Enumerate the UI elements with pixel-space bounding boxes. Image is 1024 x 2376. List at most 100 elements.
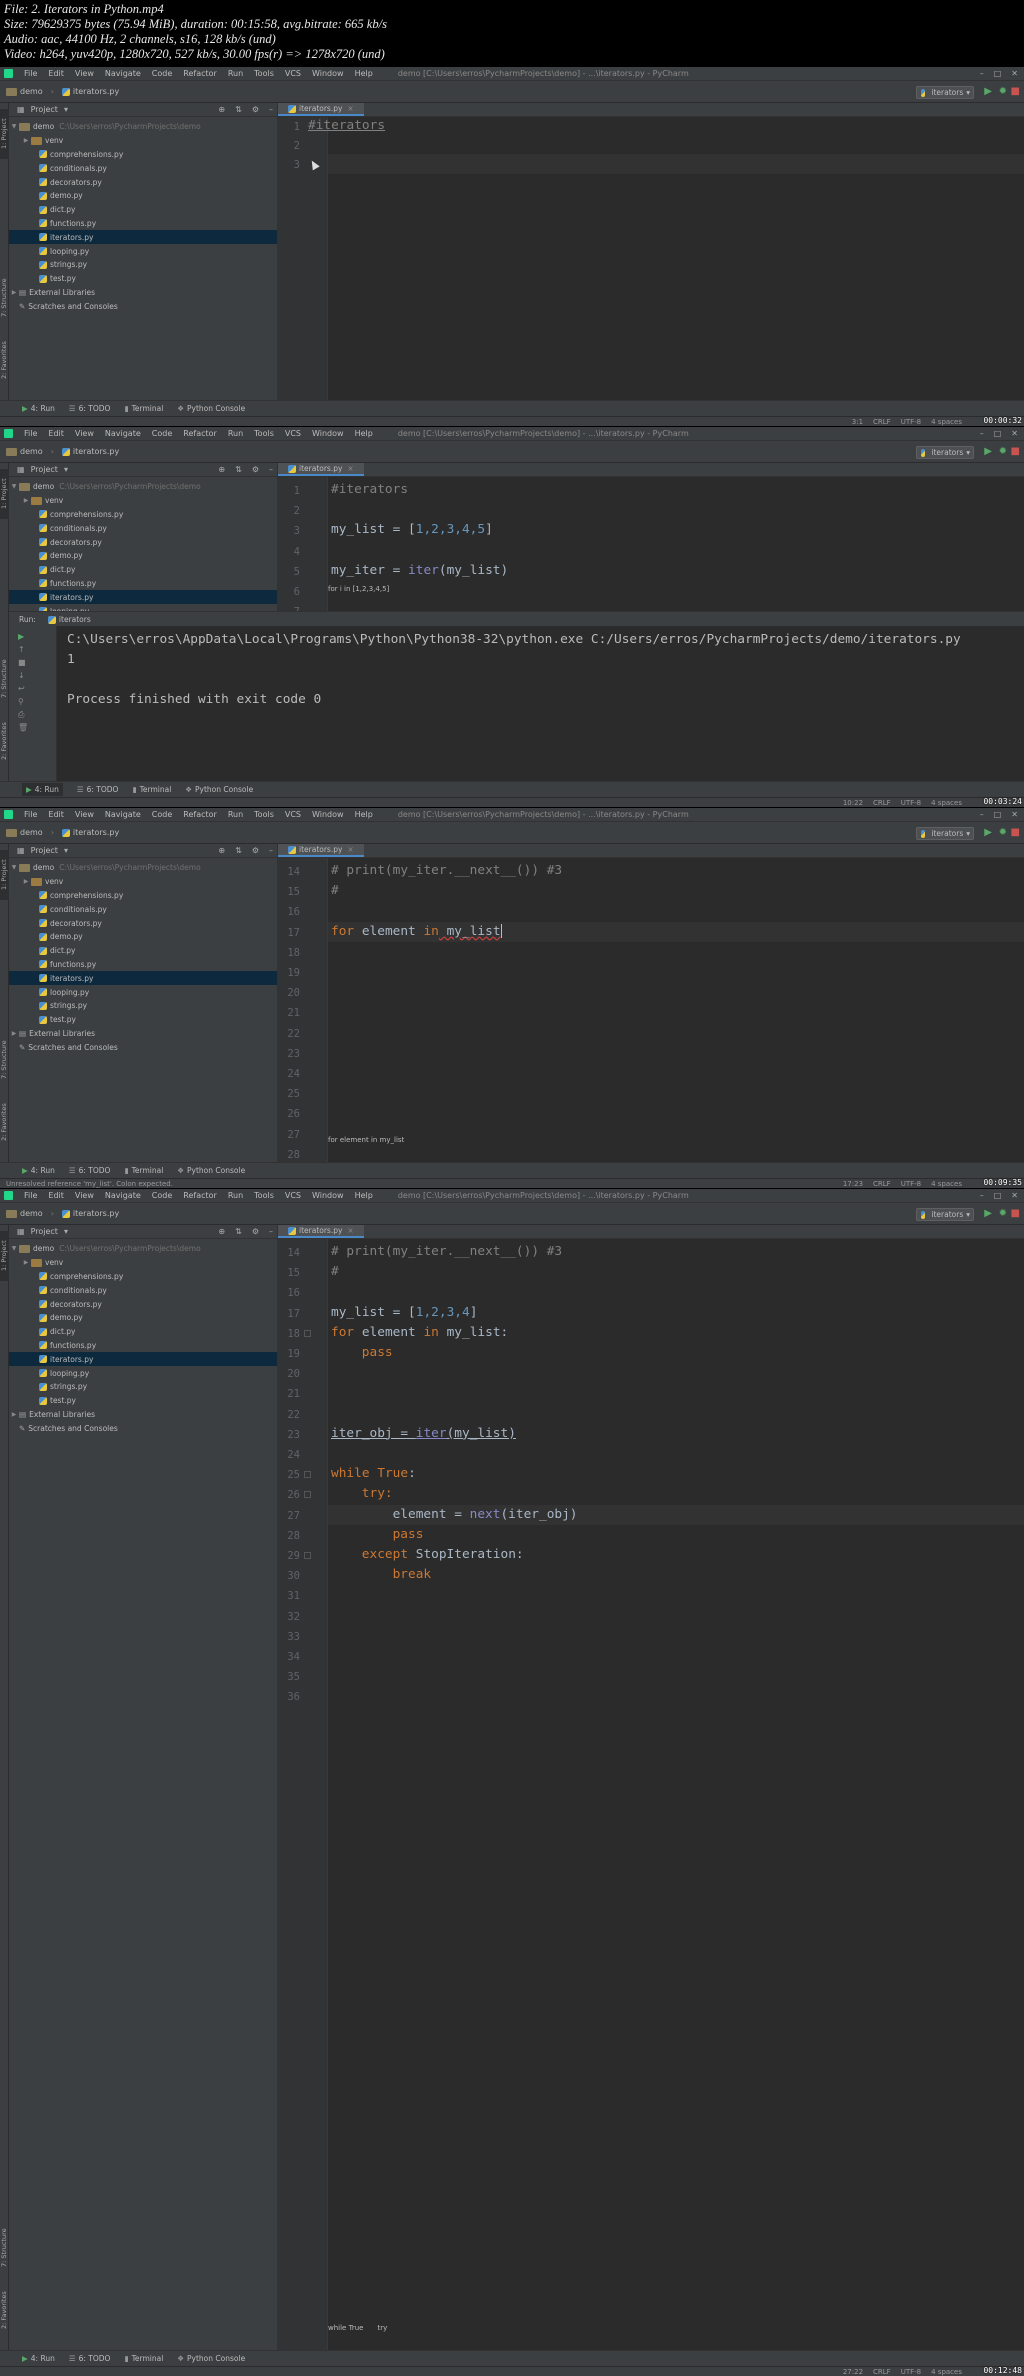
tree-file-comprehensions[interactable]: comprehensions.py bbox=[9, 889, 277, 903]
tool-tab-todo[interactable]: ☰ 6: TODO bbox=[69, 404, 111, 413]
code-line[interactable]: my_list = [1,2,3,4] bbox=[331, 1305, 477, 1320]
tree-file-comprehensions[interactable]: comprehensions.py bbox=[9, 1270, 277, 1284]
breadcrumb-while[interactable]: while True bbox=[328, 2324, 363, 2332]
collapse-arrow-icon[interactable]: ▶ bbox=[21, 878, 31, 885]
status-indent[interactable]: 4 spaces bbox=[931, 418, 962, 426]
status-enc[interactable]: UTF-8 bbox=[901, 1180, 921, 1188]
menu-tools[interactable]: Tools bbox=[254, 810, 274, 819]
breadcrumb-file[interactable]: iterators.py bbox=[61, 828, 119, 837]
tree-folder-venv[interactable]: ▶ venv bbox=[9, 494, 277, 508]
menu-refactor[interactable]: Refactor bbox=[183, 69, 217, 78]
minimize-icon[interactable]: – bbox=[980, 1191, 984, 1200]
close-icon[interactable]: ✕ bbox=[1011, 69, 1018, 78]
menu-file[interactable]: File bbox=[24, 69, 37, 78]
close-tab-icon[interactable]: × bbox=[347, 1226, 353, 1235]
project-tool-tab[interactable]: 1: Project bbox=[0, 850, 9, 900]
tab-iterators[interactable]: iterators.py × bbox=[278, 844, 364, 857]
tree-file-functions[interactable]: functions.py bbox=[9, 217, 277, 231]
status-crlf[interactable]: CRLF bbox=[873, 799, 891, 807]
status-crlf[interactable]: CRLF bbox=[873, 1180, 891, 1188]
menu-help[interactable]: Help bbox=[355, 429, 373, 438]
menu-code[interactable]: Code bbox=[152, 69, 172, 78]
tree-file-iterators[interactable]: iterators.py bbox=[9, 971, 277, 986]
code-line[interactable]: element = next(iter_obj) bbox=[393, 1507, 578, 1522]
run-configuration-select[interactable]: iterators ▾ bbox=[916, 827, 974, 840]
tree-file-decorators[interactable]: decorators.py bbox=[9, 535, 277, 549]
menu-vcs[interactable]: VCS bbox=[285, 1191, 301, 1200]
menu-edit[interactable]: Edit bbox=[48, 1191, 64, 1200]
tool-tab-terminal[interactable]: ▮ Terminal bbox=[124, 2354, 163, 2363]
run-icon[interactable]: ▶ bbox=[984, 446, 992, 457]
menu-view[interactable]: View bbox=[75, 69, 94, 78]
tree-root[interactable]: ▼ demo C:\Users\erros\PycharmProjects\demo bbox=[9, 480, 277, 494]
menu-file[interactable]: File bbox=[24, 810, 37, 819]
menu-help[interactable]: Help bbox=[355, 1191, 373, 1200]
menu-run[interactable]: Run bbox=[228, 429, 243, 438]
hide-icon[interactable]: – bbox=[269, 846, 273, 855]
menu-navigate[interactable]: Navigate bbox=[105, 810, 141, 819]
code-line[interactable]: break bbox=[393, 1567, 432, 1582]
code-line[interactable]: try: bbox=[362, 1486, 393, 1501]
favorites-tool-tab[interactable]: 2: Favorites bbox=[0, 332, 9, 388]
stop-icon[interactable]: ■ bbox=[1011, 827, 1020, 838]
tab-iterators[interactable]: iterators.py × bbox=[278, 463, 364, 476]
tool-tab-terminal[interactable]: ▮ Terminal bbox=[132, 785, 171, 794]
code-line[interactable]: # print(my_iter.__next__()) #3 bbox=[331, 863, 562, 878]
tree-file-comprehensions[interactable]: comprehensions.py bbox=[9, 508, 277, 522]
gear-icon[interactable]: ⚙ bbox=[252, 465, 259, 474]
tree-file-functions[interactable]: functions.py bbox=[9, 958, 277, 972]
code-line[interactable]: #iterators bbox=[331, 482, 408, 497]
tool-tab-run[interactable]: ▶ 4: Run bbox=[22, 783, 63, 796]
expand-arrow-icon[interactable]: ▼ bbox=[9, 123, 19, 130]
run-configuration-select[interactable]: iterators ▾ bbox=[916, 446, 974, 459]
tool-tab-console[interactable]: ❖ Python Console bbox=[177, 404, 245, 413]
project-tool-tab[interactable]: 1: Project bbox=[0, 109, 9, 159]
structure-tool-tab[interactable]: 7: Structure bbox=[0, 270, 9, 326]
status-indent[interactable]: 4 spaces bbox=[931, 2368, 962, 2376]
project-panel-title[interactable]: Project bbox=[31, 1227, 58, 1236]
menu-refactor[interactable]: Refactor bbox=[183, 1191, 217, 1200]
hide-icon[interactable]: – bbox=[269, 465, 273, 474]
minimize-icon[interactable]: – bbox=[980, 69, 984, 78]
project-tool-tab[interactable]: 1: Project bbox=[0, 469, 9, 519]
favorites-tool-tab[interactable]: 2: Favorites bbox=[0, 2282, 9, 2338]
expand-arrow-icon[interactable]: ▼ bbox=[9, 864, 19, 871]
breadcrumb-project[interactable]: demo bbox=[6, 828, 43, 837]
run-console-output[interactable]: C:\Users\erros\AppData\Local\Programs\Py… bbox=[67, 630, 961, 710]
tool-tab-terminal[interactable]: ▮ Terminal bbox=[124, 1166, 163, 1175]
tree-external-libraries[interactable]: ▶▤External Libraries bbox=[9, 286, 277, 300]
tool-tab-todo[interactable]: ☰ 6: TODO bbox=[77, 785, 119, 794]
fold-marker-icon[interactable] bbox=[304, 1471, 311, 1479]
tree-file-strings[interactable]: strings.py bbox=[9, 999, 277, 1013]
collapse-all-icon[interactable]: ⇅ bbox=[235, 846, 242, 855]
tree-file-functions[interactable]: functions.py bbox=[9, 1339, 277, 1353]
tree-scratches[interactable]: ✎Scratches and Consoles bbox=[9, 1421, 277, 1435]
collapse-arrow-icon[interactable]: ▶ bbox=[21, 137, 31, 144]
structure-tool-tab[interactable]: 7: Structure bbox=[0, 1032, 9, 1088]
tree-file-iterators[interactable]: iterators.py bbox=[9, 230, 277, 245]
debug-icon[interactable]: ✹ bbox=[999, 446, 1007, 457]
code-line[interactable]: except StopIteration: bbox=[362, 1547, 524, 1562]
tree-file-strings[interactable]: strings.py bbox=[9, 1380, 277, 1394]
menu-run[interactable]: Run bbox=[228, 1191, 243, 1200]
debug-icon[interactable]: ✹ bbox=[999, 86, 1007, 97]
menu-help[interactable]: Help bbox=[355, 69, 373, 78]
tree-external-libraries[interactable]: ▶▤External Libraries bbox=[9, 1027, 277, 1041]
menu-view[interactable]: View bbox=[75, 429, 94, 438]
tab-iterators[interactable]: iterators.py × bbox=[278, 103, 364, 116]
code-line[interactable]: pass bbox=[362, 1345, 393, 1360]
maximize-icon[interactable]: □ bbox=[994, 69, 1002, 78]
tree-root[interactable]: ▼ demo C:\Users\erros\PycharmProjects\demo bbox=[9, 1242, 277, 1256]
tree-scratches[interactable]: ✎Scratches and Consoles bbox=[9, 1040, 277, 1054]
code-line[interactable]: iter_obj = iter(my_list) bbox=[331, 1426, 516, 1441]
menu-edit[interactable]: Edit bbox=[48, 429, 64, 438]
stop-run-icon[interactable]: ■ bbox=[18, 658, 30, 667]
status-pos[interactable]: 10:22 bbox=[843, 799, 863, 807]
tool-tab-todo[interactable]: ☰ 6: TODO bbox=[69, 1166, 111, 1175]
tree-file-conditionals[interactable]: conditionals.py bbox=[9, 161, 277, 175]
tree-file-functions[interactable]: functions.py bbox=[9, 577, 277, 591]
collapse-all-icon[interactable]: ⇅ bbox=[235, 465, 242, 474]
tree-file-looping[interactable]: looping.py bbox=[9, 985, 277, 999]
tree-file-dict[interactable]: dict.py bbox=[9, 563, 277, 577]
tree-file-strings[interactable]: strings.py bbox=[9, 258, 277, 272]
